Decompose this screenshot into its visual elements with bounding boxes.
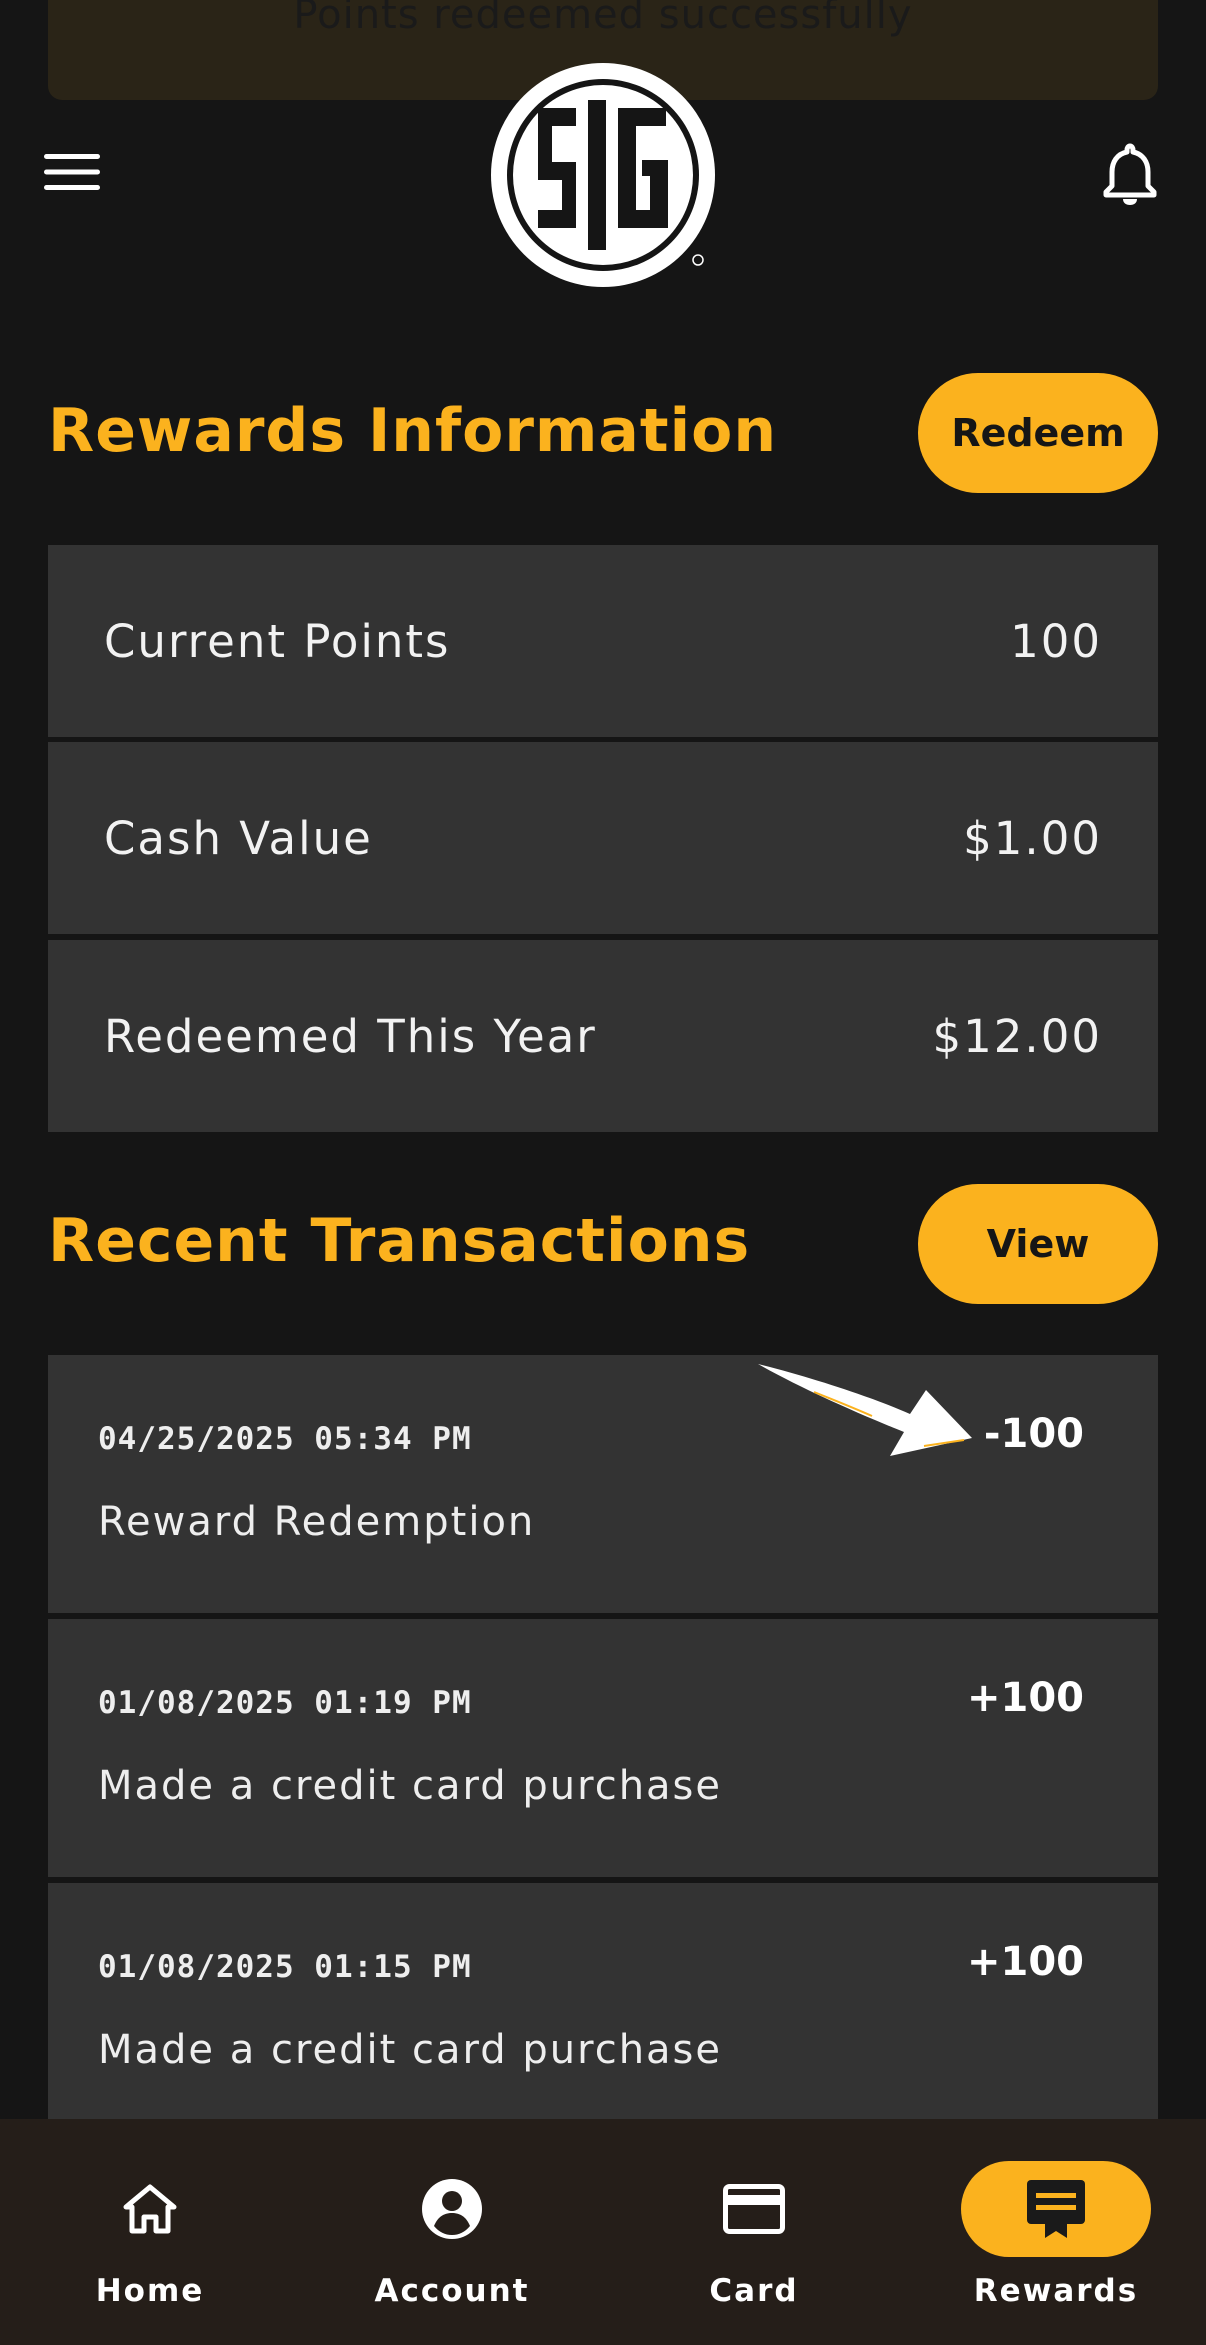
- rewards-icon: [1027, 2180, 1085, 2238]
- nav-home-icon-wrap: [55, 2161, 245, 2257]
- nav-account[interactable]: Account: [352, 2119, 552, 2345]
- redeemed-this-year-row: Redeemed This Year $12.00: [48, 940, 1158, 1132]
- account-icon: [422, 2179, 482, 2239]
- cash-value-row: Cash Value $1.00: [48, 742, 1158, 934]
- sig-logo: [491, 63, 715, 287]
- nav-card[interactable]: Card: [654, 2119, 854, 2345]
- credit-card-icon: [723, 2184, 785, 2234]
- rewards-info-title: Rewards Information: [48, 396, 778, 466]
- nav-account-label: Account: [374, 2273, 530, 2309]
- nav-card-icon-wrap: [659, 2161, 849, 2257]
- transaction-description: Reward Redemption: [98, 1499, 536, 1545]
- nav-home[interactable]: Home: [50, 2119, 250, 2345]
- current-points-value: 100: [1010, 614, 1102, 668]
- annotation-arrow-icon: [758, 1364, 972, 1456]
- cash-value-label: Cash Value: [104, 811, 373, 865]
- transaction-date: 01/08/2025 01:15 PM: [98, 1949, 472, 1985]
- cash-value-value: $1.00: [963, 811, 1102, 865]
- hamburger-menu-icon[interactable]: [44, 152, 100, 192]
- nav-rewards-label: Rewards: [973, 2273, 1139, 2309]
- transaction-amount: +100: [966, 1939, 1084, 1985]
- toast-message: Points redeemed successfully: [293, 0, 913, 38]
- transaction-description: Made a credit card purchase: [98, 2027, 722, 2073]
- transaction-date: 01/08/2025 01:19 PM: [98, 1685, 472, 1721]
- current-points-label: Current Points: [104, 614, 451, 668]
- nav-account-icon-wrap: [357, 2161, 547, 2257]
- bottom-navigation: Home Account Card Rewards: [0, 2119, 1206, 2345]
- recent-transactions-title: Recent Transactions: [48, 1206, 751, 1276]
- transaction-amount: +100: [966, 1675, 1084, 1721]
- transaction-date: 04/25/2025 05:34 PM: [98, 1421, 472, 1457]
- nav-home-label: Home: [95, 2273, 205, 2309]
- transaction-description: Made a credit card purchase: [98, 1763, 722, 1809]
- bell-icon[interactable]: [1102, 142, 1158, 206]
- transaction-amount: -100: [983, 1411, 1084, 1457]
- redeemed-this-year-label: Redeemed This Year: [104, 1009, 597, 1063]
- home-icon: [123, 2184, 177, 2234]
- nav-rewards[interactable]: Rewards: [956, 2119, 1156, 2345]
- transaction-row[interactable]: 01/08/2025 01:19 PM Made a credit card p…: [48, 1619, 1158, 1877]
- redeemed-this-year-value: $12.00: [932, 1009, 1102, 1063]
- transaction-row[interactable]: 01/08/2025 01:15 PM Made a credit card p…: [48, 1883, 1158, 2141]
- current-points-row: Current Points 100: [48, 545, 1158, 737]
- nav-rewards-icon-wrap: [961, 2161, 1151, 2257]
- nav-card-label: Card: [709, 2273, 799, 2309]
- redeem-button[interactable]: Redeem: [918, 373, 1158, 493]
- view-transactions-button[interactable]: View: [918, 1184, 1158, 1304]
